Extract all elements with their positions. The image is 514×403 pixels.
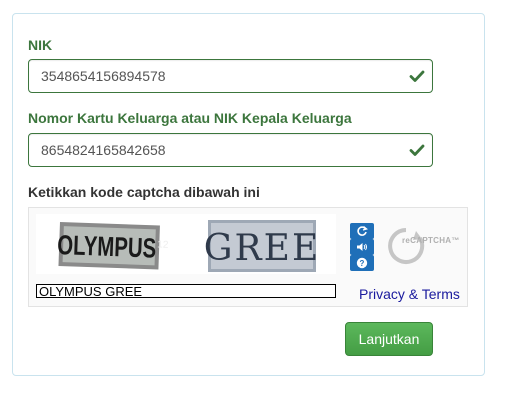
recaptcha-logo-icon — [388, 228, 425, 264]
help-icon: ? — [356, 257, 368, 269]
check-icon — [409, 144, 425, 156]
kk-field[interactable] — [28, 133, 433, 167]
help-button[interactable]: ? — [350, 255, 374, 271]
captcha-label: Ketikkan kode captcha dibawah ini — [28, 184, 260, 200]
recaptcha-logo-text: reCAPTCHA™ — [402, 236, 460, 245]
audio-icon — [357, 243, 367, 251]
nik-label: NIK — [28, 37, 53, 53]
submit-button[interactable]: Lanjutkan — [345, 322, 433, 356]
captcha-word-1: OLYMPUS — [57, 230, 157, 264]
captcha-word-2: GREE — [204, 228, 320, 269]
kk-label: Nomor Kartu Keluarga atau NIK Kepala Kel… — [28, 110, 352, 126]
audio-button[interactable] — [350, 239, 374, 255]
nik-field[interactable] — [28, 59, 433, 93]
privacy-terms-link[interactable]: Privacy & Terms — [359, 286, 460, 302]
captcha-image: OLYMPUS 12 GREE — [36, 214, 336, 274]
captcha-response-input[interactable] — [36, 284, 336, 298]
svg-text:?: ? — [360, 259, 365, 268]
refresh-icon — [357, 225, 368, 236]
svg-text:12: 12 — [157, 239, 169, 250]
refresh-button[interactable] — [350, 223, 374, 239]
check-icon — [409, 70, 425, 82]
